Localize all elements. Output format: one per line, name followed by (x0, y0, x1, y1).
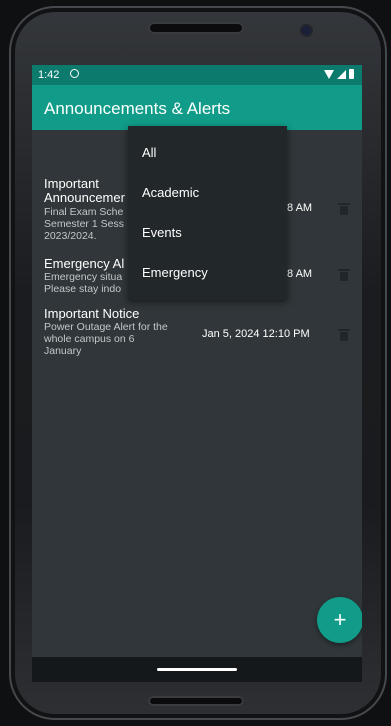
filter-dropdown-menu: All Academic Events Emergency (128, 126, 287, 300)
announcement-date: 8 AM (287, 268, 313, 280)
app-notification-icon (70, 69, 79, 78)
status-bar: 1:42 (32, 65, 362, 85)
plus-icon: + (333, 607, 347, 632)
menu-item-events[interactable]: Events (142, 225, 182, 240)
signal-icon (337, 69, 346, 79)
bottom-speaker (148, 696, 244, 706)
announcement-description: Power Outage Alert for the whole campus … (44, 321, 168, 357)
device-frame: 1:42 Announcements & Alerts Important An… (0, 0, 391, 726)
announcement-date: Jan 5, 2024 12:10 PM (202, 328, 310, 340)
battery-icon (349, 69, 354, 79)
home-indicator[interactable] (157, 668, 237, 671)
menu-item-academic[interactable]: Academic (142, 185, 199, 200)
wifi-icon (324, 69, 334, 79)
add-announcement-button[interactable]: + (317, 597, 362, 643)
menu-item-emergency[interactable]: Emergency (142, 265, 208, 280)
announcement-title: Important Notice (44, 306, 140, 321)
page-title: Announcements & Alerts (44, 99, 231, 118)
app-screen: 1:42 Announcements & Alerts Important An… (32, 65, 362, 657)
menu-item-all[interactable]: All (142, 145, 156, 160)
system-nav-bar (32, 657, 362, 682)
status-time: 1:42 (38, 69, 60, 81)
earpiece-speaker (148, 22, 244, 34)
announcement-date: 8 AM (287, 202, 313, 214)
status-icons (324, 69, 354, 79)
trash-icon[interactable] (338, 269, 350, 281)
front-camera-icon (302, 26, 311, 35)
trash-icon[interactable] (338, 203, 350, 215)
trash-icon[interactable] (338, 329, 350, 341)
app-bar: Announcements & Alerts (32, 85, 362, 130)
